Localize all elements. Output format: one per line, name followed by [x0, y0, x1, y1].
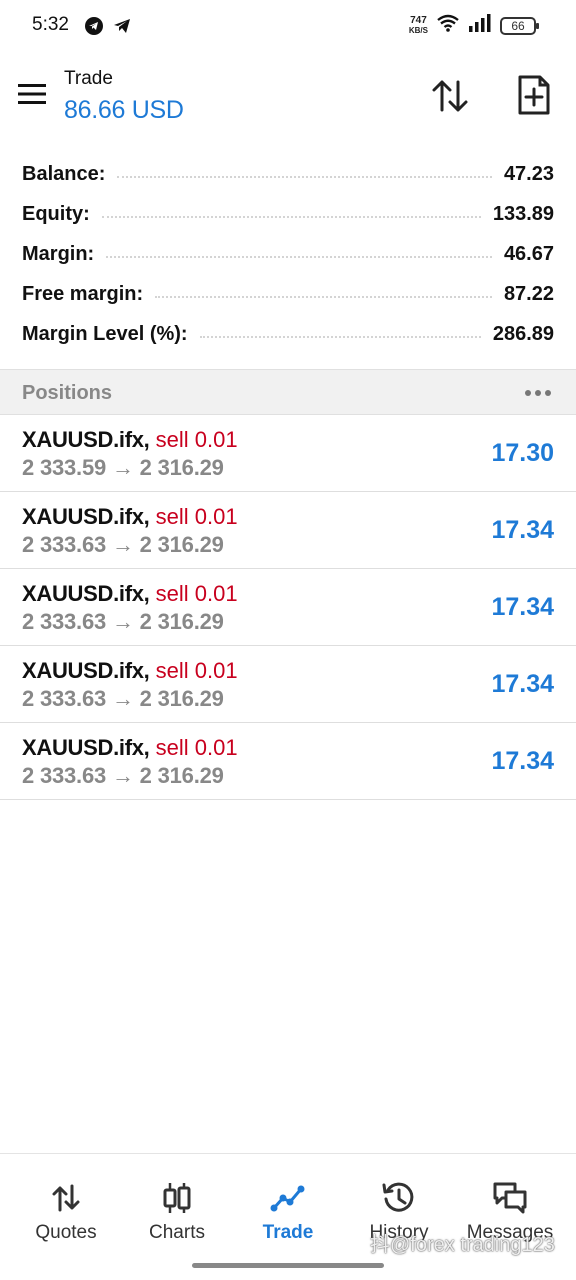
- position-profit: 17.30: [491, 439, 554, 467]
- position-row[interactable]: XAUUSD.ifx, sell 0.01 2 333.63 → 2 316.2…: [0, 646, 576, 723]
- nav-item-charts[interactable]: Charts: [121, 1154, 233, 1264]
- position-title: XAUUSD.ifx, sell 0.01: [22, 735, 238, 761]
- battery-indicator: 66: [500, 16, 539, 35]
- send-icon: [112, 16, 132, 36]
- summary-row-margin-level: Margin Level (%): 286.89: [22, 314, 554, 354]
- quotes-icon: [48, 1180, 84, 1216]
- summary-label: Free margin:: [22, 282, 144, 305]
- page-title: Trade: [64, 68, 113, 89]
- summary-label: Margin Level (%):: [22, 322, 188, 345]
- position-title: XAUUSD.ifx, sell 0.01: [22, 658, 238, 684]
- home-indicator[interactable]: [192, 1263, 384, 1268]
- signal-icon: [468, 14, 492, 37]
- nav-label: Charts: [149, 1222, 205, 1243]
- nav-item-trade[interactable]: Trade: [232, 1154, 344, 1264]
- position-type: sell 0.01: [155, 581, 238, 606]
- position-title: XAUUSD.ifx, sell 0.01: [22, 427, 238, 453]
- app-header: Trade 86.66 USD: [0, 60, 576, 140]
- messages-icon: [492, 1180, 528, 1216]
- position-symbol: XAUUSD.ifx,: [22, 658, 150, 683]
- more-options-icon[interactable]: [524, 384, 552, 402]
- position-row[interactable]: XAUUSD.ifx, sell 0.01 2 333.63 → 2 316.2…: [0, 492, 576, 569]
- dotted-leader: [199, 336, 481, 338]
- positions-list: XAUUSD.ifx, sell 0.01 2 333.59 → 2 316.2…: [0, 415, 576, 800]
- net-speed-unit: KB/S: [408, 25, 428, 35]
- status-bar: 5:32 747 KB/S 66: [0, 0, 576, 52]
- account-summary: Balance: 47.23 Equity: 133.89 Margin: 46…: [22, 154, 554, 354]
- net-speed: 747 KB/S: [408, 14, 428, 36]
- position-row[interactable]: XAUUSD.ifx, sell 0.01 2 333.63 → 2 316.2…: [0, 723, 576, 800]
- new-order-icon[interactable]: [516, 74, 552, 116]
- position-symbol: XAUUSD.ifx,: [22, 427, 150, 452]
- position-profit: 17.34: [491, 593, 554, 621]
- nav-item-quotes[interactable]: Quotes: [10, 1154, 122, 1264]
- position-type: sell 0.01: [155, 658, 238, 683]
- summary-value: 47.23: [503, 162, 554, 185]
- position-row[interactable]: XAUUSD.ifx, sell 0.01 2 333.63 → 2 316.2…: [0, 569, 576, 646]
- position-profit: 17.34: [491, 670, 554, 698]
- history-icon: [381, 1180, 417, 1216]
- dotted-leader: [117, 176, 492, 178]
- summary-row-equity: Equity: 133.89: [22, 194, 554, 234]
- position-type: sell 0.01: [155, 427, 238, 452]
- position-prices: 2 333.63 → 2 316.29: [22, 609, 224, 634]
- status-right: 747 KB/S 66: [408, 14, 539, 37]
- position-type: sell 0.01: [155, 504, 238, 529]
- summary-value: 133.89: [492, 202, 554, 225]
- position-title: XAUUSD.ifx, sell 0.01: [22, 504, 238, 530]
- wifi-icon: [436, 14, 460, 37]
- position-title: XAUUSD.ifx, sell 0.01: [22, 581, 238, 607]
- nav-label: Quotes: [35, 1222, 97, 1243]
- status-time: 5:32: [32, 14, 69, 35]
- header-balance: 86.66 USD: [64, 96, 184, 124]
- position-symbol: XAUUSD.ifx,: [22, 581, 150, 606]
- position-prices: 2 333.59 → 2 316.29: [22, 455, 224, 480]
- nav-label: Trade: [262, 1222, 314, 1243]
- dotted-leader: [106, 256, 492, 258]
- position-row[interactable]: XAUUSD.ifx, sell 0.01 2 333.59 → 2 316.2…: [0, 415, 576, 492]
- position-symbol: XAUUSD.ifx,: [22, 735, 150, 760]
- summary-value: 87.22: [503, 282, 554, 305]
- summary-value: 46.67: [503, 242, 554, 265]
- summary-label: Margin:: [22, 242, 95, 265]
- summary-value: 286.89: [492, 322, 554, 345]
- summary-row-margin: Margin: 46.67: [22, 234, 554, 274]
- watermark: 抖@forex trading123: [370, 1234, 555, 1256]
- summary-label: Balance:: [22, 162, 106, 185]
- sort-icon[interactable]: [430, 76, 470, 116]
- position-prices: 2 333.63 → 2 316.29: [22, 686, 224, 711]
- position-profit: 17.34: [491, 747, 554, 775]
- trade-icon: [270, 1180, 306, 1216]
- bottom-nav: Quotes Charts Trade History Messages: [0, 1153, 576, 1280]
- charts-icon: [159, 1180, 195, 1216]
- positions-section-header: Positions: [0, 369, 576, 415]
- position-symbol: XAUUSD.ifx,: [22, 504, 150, 529]
- dotted-leader: [101, 216, 481, 218]
- summary-row-free-margin: Free margin: 87.22: [22, 274, 554, 314]
- position-type: sell 0.01: [155, 735, 238, 760]
- summary-row-balance: Balance: 47.23: [22, 154, 554, 194]
- net-speed-value: 747: [410, 14, 427, 26]
- position-prices: 2 333.63 → 2 316.29: [22, 532, 224, 557]
- summary-label: Equity:: [22, 202, 90, 225]
- dotted-leader: [155, 296, 492, 298]
- position-prices: 2 333.63 → 2 316.29: [22, 763, 224, 788]
- position-profit: 17.34: [491, 516, 554, 544]
- positions-title: Positions: [22, 382, 113, 404]
- menu-icon[interactable]: [18, 82, 46, 106]
- telegram-icon: [84, 16, 104, 36]
